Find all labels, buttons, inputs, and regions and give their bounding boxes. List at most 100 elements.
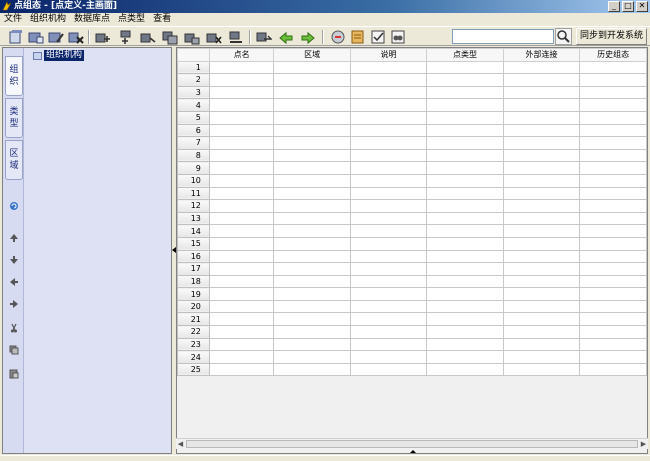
table-cell[interactable] (502, 312, 581, 327)
table-cell[interactable] (273, 236, 351, 251)
table-cell[interactable] (426, 312, 504, 327)
close-button[interactable]: ✕ (636, 1, 648, 12)
table-row[interactable]: 5 (177, 110, 647, 125)
tab-organization[interactable]: 组 织 (5, 56, 23, 96)
table-cell[interactable] (208, 73, 275, 87)
table-cell[interactable] (208, 161, 275, 175)
table-cell[interactable] (579, 274, 647, 289)
row-number[interactable]: 1 (177, 60, 210, 75)
search-input[interactable] (452, 29, 554, 44)
table-cell[interactable] (502, 337, 581, 352)
column-header-point-name[interactable]: 点名 (208, 48, 275, 62)
table-cell[interactable] (426, 211, 504, 226)
table-cell[interactable] (273, 299, 351, 314)
bottom-splitter[interactable] (174, 450, 648, 454)
table-row[interactable]: 17 (177, 262, 647, 276)
row-number[interactable]: 13 (177, 211, 210, 226)
table-cell[interactable] (349, 110, 428, 125)
table-cell[interactable] (502, 60, 581, 75)
table-cell[interactable] (208, 262, 275, 276)
table-cell[interactable] (502, 186, 581, 201)
table-cell[interactable] (349, 337, 428, 352)
table-cell[interactable] (579, 325, 647, 339)
minimize-button[interactable]: _ (608, 1, 620, 12)
table-cell[interactable] (426, 136, 504, 150)
table-cell[interactable] (349, 98, 428, 112)
table-cell[interactable] (349, 60, 428, 75)
copy-point-icon[interactable] (162, 29, 178, 45)
table-cell[interactable] (349, 85, 428, 100)
table-cell[interactable] (579, 362, 647, 377)
table-row[interactable]: 3 (177, 85, 647, 100)
table-cell[interactable] (502, 262, 581, 276)
row-number[interactable]: 12 (177, 199, 210, 213)
table-row[interactable]: 13 (177, 211, 647, 226)
table-cell[interactable] (426, 249, 504, 264)
table-cell[interactable] (273, 173, 351, 188)
table-cell[interactable] (502, 85, 581, 100)
table-cell[interactable] (208, 249, 275, 264)
refresh-icon[interactable] (300, 29, 316, 45)
table-cell[interactable] (349, 299, 428, 314)
table-cell[interactable] (349, 312, 428, 327)
table-cell[interactable] (426, 173, 504, 188)
table-cell[interactable] (349, 350, 428, 364)
table-cell[interactable] (349, 136, 428, 150)
table-cell[interactable] (502, 249, 581, 264)
table-cell[interactable] (208, 136, 275, 150)
move-icon[interactable] (140, 29, 156, 45)
table-cell[interactable] (579, 211, 647, 226)
table-cell[interactable] (349, 199, 428, 213)
row-number[interactable]: 6 (177, 123, 210, 138)
table-cell[interactable] (579, 73, 647, 87)
table-cell[interactable] (426, 274, 504, 289)
table-cell[interactable] (273, 362, 351, 377)
row-number[interactable]: 11 (177, 186, 210, 201)
table-cell[interactable] (502, 224, 581, 238)
table-cell[interactable] (273, 325, 351, 339)
table-cell[interactable] (273, 224, 351, 238)
table-cell[interactable] (273, 287, 351, 301)
table-cell[interactable] (426, 148, 504, 163)
table-cell[interactable] (502, 73, 581, 87)
table-cell[interactable] (502, 274, 581, 289)
table-cell[interactable] (273, 186, 351, 201)
table-cell[interactable] (502, 136, 581, 150)
table-cell[interactable] (349, 262, 428, 276)
table-cell[interactable] (426, 362, 504, 377)
table-cell[interactable] (208, 224, 275, 238)
row-number[interactable]: 4 (177, 98, 210, 112)
row-number[interactable]: 23 (177, 337, 210, 352)
delete-icon[interactable] (68, 29, 84, 45)
table-cell[interactable] (349, 325, 428, 339)
row-number[interactable]: 16 (177, 249, 210, 264)
table-cell[interactable] (579, 186, 647, 201)
row-number[interactable]: 21 (177, 312, 210, 327)
table-cell[interactable] (208, 274, 275, 289)
settings-icon[interactable] (350, 29, 366, 45)
table-row[interactable]: 12 (177, 199, 647, 213)
table-cell[interactable] (208, 325, 275, 339)
table-cell[interactable] (273, 123, 351, 138)
table-cell[interactable] (502, 287, 581, 301)
table-cell[interactable] (502, 123, 581, 138)
table-cell[interactable] (579, 136, 647, 150)
menu-organization[interactable]: 组织机构 (30, 13, 66, 26)
table-cell[interactable] (208, 199, 275, 213)
table-cell[interactable] (502, 350, 581, 364)
database-icon[interactable] (330, 29, 346, 45)
table-cell[interactable] (349, 362, 428, 377)
table-cell[interactable] (502, 148, 581, 163)
table-cell[interactable] (426, 350, 504, 364)
table-row[interactable]: 18 (177, 274, 647, 289)
column-header-description[interactable]: 说明 (349, 48, 428, 62)
table-cell[interactable] (273, 73, 351, 87)
column-header-region[interactable]: 区域 (273, 48, 351, 62)
table-cell[interactable] (502, 173, 581, 188)
scroll-right-icon[interactable]: ▶ (639, 440, 648, 449)
binoculars-icon[interactable] (390, 29, 406, 45)
table-cell[interactable] (208, 287, 275, 301)
row-number[interactable]: 24 (177, 350, 210, 364)
table-cell[interactable] (502, 199, 581, 213)
table-row[interactable]: 1 (177, 60, 647, 75)
